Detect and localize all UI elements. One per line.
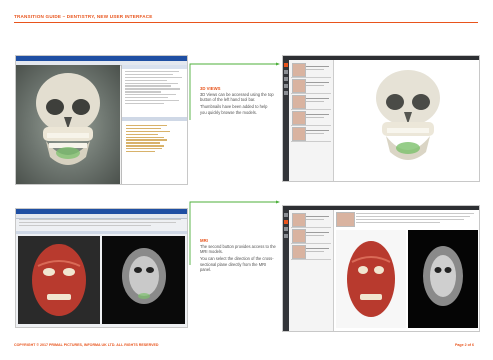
new-3d-screenshot	[282, 55, 480, 182]
legacy-mri-screenshot	[15, 208, 188, 328]
connector-mri-arrow	[276, 200, 280, 204]
list-item[interactable]	[291, 244, 331, 260]
list-item[interactable]	[291, 212, 331, 228]
mri-slice-image	[423, 246, 463, 306]
list-item[interactable]	[291, 62, 331, 78]
list-item[interactable]	[291, 228, 331, 244]
callout-mri: MRI The second button provides access to…	[200, 238, 276, 274]
new-mri-thumbnail-list[interactable]	[289, 210, 334, 331]
legacy-panel-tabs[interactable]	[122, 117, 187, 121]
legacy-tree-list[interactable]	[126, 125, 184, 154]
mri-thumbnail	[336, 212, 355, 227]
new-mri-text-block	[334, 210, 479, 223]
legacy-side-panel	[121, 65, 187, 184]
legacy-text-block	[122, 69, 187, 108]
skull-3d-model	[376, 70, 440, 160]
new-mri-3d-panel[interactable]	[336, 230, 406, 328]
legacy-mri-slice-panel[interactable]	[102, 236, 185, 324]
face-muscle-model	[347, 241, 395, 317]
list-item[interactable]	[291, 126, 331, 142]
legacy-3d-viewport[interactable]	[16, 65, 120, 184]
legacy-mri-text-block	[19, 219, 184, 228]
cube-icon[interactable]	[284, 213, 288, 217]
tool-icon[interactable]	[284, 91, 288, 95]
face-muscle-model	[32, 244, 86, 316]
callout-mri-para2: You can select the direction of the cros…	[200, 256, 274, 272]
callout-3d-para1: 3D Views can be accessed using the top b…	[200, 92, 274, 103]
list-item[interactable]	[291, 94, 331, 110]
tool-icon[interactable]	[284, 234, 288, 238]
callout-mri-para1: The second button provides access to the…	[200, 244, 276, 255]
callout-3d-para2: Thumbnails have been added to help you q…	[200, 104, 268, 115]
new-3d-thumbnail-list[interactable]	[289, 60, 334, 181]
connector-3d-arrow	[276, 62, 280, 66]
tool-icon[interactable]	[284, 84, 288, 88]
mri-slice-image	[122, 248, 166, 304]
cube-icon[interactable]	[284, 63, 288, 67]
legacy-mri-menubar	[16, 214, 187, 219]
new-mri-slice-panel[interactable]	[408, 230, 478, 328]
skull-3d-model	[36, 73, 100, 165]
callout-3d-views: 3D VIEWS 3D Views can be accessed using …	[200, 86, 275, 117]
mri-icon[interactable]	[284, 70, 288, 74]
callout-mri-title: MRI	[200, 238, 208, 243]
new-mri-screenshot	[282, 205, 480, 332]
legacy-mri-3d-panel[interactable]	[18, 236, 100, 324]
tool-icon[interactable]	[284, 77, 288, 81]
list-item[interactable]	[291, 110, 331, 126]
footer-page-number: Page 2 of 6	[455, 343, 474, 347]
callout-3d-title: 3D VIEWS	[200, 86, 221, 91]
legacy-mri-subbar	[16, 231, 187, 234]
mri-icon[interactable]	[284, 220, 288, 224]
new-3d-viewport[interactable]	[334, 60, 479, 181]
tool-icon[interactable]	[284, 227, 288, 231]
footer-copyright: COPYRIGHT © 2017 PRIMAL PICTURES, INFORM…	[14, 343, 159, 347]
new-mri-content	[334, 210, 479, 331]
legacy-3d-screenshot	[15, 55, 188, 185]
list-item[interactable]	[291, 78, 331, 94]
